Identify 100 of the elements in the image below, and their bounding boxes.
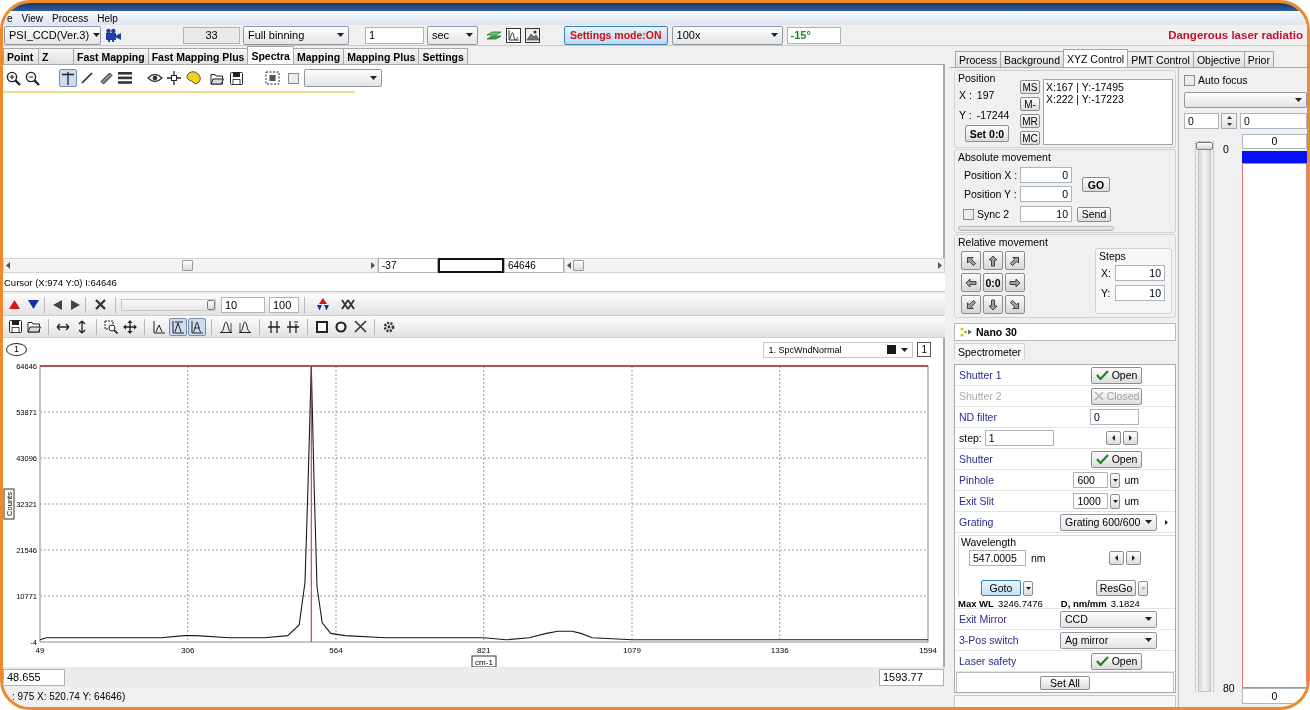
tab[interactable]: Mapping xyxy=(292,48,345,64)
step-field[interactable]: 1 xyxy=(984,430,1054,446)
dropdown[interactable] xyxy=(304,69,382,87)
double-cross-icon[interactable] xyxy=(341,299,355,310)
center-button[interactable]: 0:0 xyxy=(983,273,1003,292)
step-left-button[interactable] xyxy=(1106,431,1121,445)
menu-item[interactable]: Process xyxy=(48,12,94,24)
position-y-field[interactable]: 0 xyxy=(1020,186,1072,202)
memory-button[interactable]: MC xyxy=(1020,131,1040,145)
tab[interactable]: Spectra xyxy=(247,46,294,64)
scrollbar[interactable] xyxy=(958,226,1114,231)
tool-button[interactable] xyxy=(263,69,281,87)
list-item[interactable]: X:167 | Y:-17495 xyxy=(1046,81,1170,93)
tab[interactable]: Spectrometer xyxy=(954,343,1026,359)
move-button[interactable] xyxy=(1005,295,1025,314)
tab[interactable]: Prior xyxy=(1243,51,1274,67)
objective-dropdown[interactable]: 100x xyxy=(671,25,783,45)
slider-track[interactable] xyxy=(1198,141,1211,692)
sync-field[interactable]: 10 xyxy=(1020,206,1072,222)
low-field[interactable]: 10 xyxy=(221,296,265,313)
slider-thumb[interactable] xyxy=(1196,142,1213,150)
layers-icon[interactable] xyxy=(486,29,502,41)
goto-button[interactable]: Goto xyxy=(981,580,1021,596)
tool-button[interactable] xyxy=(169,317,187,336)
spin-button[interactable] xyxy=(1221,113,1237,129)
counter-field[interactable]: 33 xyxy=(183,26,240,44)
dropdown[interactable] xyxy=(1184,92,1307,108)
memory-button[interactable]: M- xyxy=(1020,97,1040,111)
binning-dropdown[interactable]: Full binning xyxy=(243,25,349,45)
select-dropdown[interactable]: Ag mirror xyxy=(1060,631,1157,649)
memory-list[interactable]: X:167 | Y:-17495 X:222 | Y:-17223 xyxy=(1043,79,1173,145)
move-button[interactable] xyxy=(961,295,981,314)
list-item[interactable]: X:222 | Y:-17223 xyxy=(1046,93,1170,105)
dropdown-button[interactable] xyxy=(1110,472,1121,488)
movie-camera-icon[interactable] xyxy=(105,28,121,42)
memory-button[interactable]: MR xyxy=(1020,114,1040,128)
temperature-field[interactable]: -15° xyxy=(786,26,841,44)
cross-icon[interactable] xyxy=(95,299,106,310)
value-field[interactable]: 0 xyxy=(1090,409,1139,425)
menu-item[interactable]: View xyxy=(17,12,49,24)
dropdown-button[interactable] xyxy=(1110,493,1121,509)
select-dropdown[interactable]: Grating 600/600 xyxy=(1060,513,1157,531)
step-left-button[interactable] xyxy=(1109,551,1124,565)
value-field[interactable]: 600 xyxy=(1073,472,1109,488)
move-button[interactable] xyxy=(983,251,1003,270)
tab[interactable]: Process xyxy=(955,51,1001,67)
high-field[interactable]: 64646 xyxy=(504,258,564,273)
tool-button[interactable] xyxy=(188,317,206,336)
send-button[interactable]: Send xyxy=(1077,206,1111,222)
tab[interactable]: Objective xyxy=(1192,51,1245,67)
move-button[interactable] xyxy=(1005,251,1025,270)
toggle-button[interactable]: Open xyxy=(1091,450,1142,468)
tab[interactable]: Background xyxy=(999,51,1064,67)
up-triangle-icon[interactable] xyxy=(9,300,20,309)
tab[interactable]: XYZ Control xyxy=(1063,49,1129,67)
set-all-button[interactable]: Set All xyxy=(1040,675,1090,690)
tab[interactable]: Mapping Plus xyxy=(343,48,420,64)
scrollbar[interactable] xyxy=(3,258,378,273)
slider-track[interactable] xyxy=(121,298,216,311)
down-triangle-icon[interactable] xyxy=(28,300,39,309)
legend-dropdown[interactable]: 1. SpcWndNormal xyxy=(763,341,914,358)
unit-dropdown[interactable]: sec xyxy=(427,25,478,45)
slider-thumb[interactable] xyxy=(207,299,215,310)
tab[interactable]: Settings xyxy=(418,48,468,64)
tool-button[interactable] xyxy=(116,69,134,87)
tool-button[interactable] xyxy=(6,317,24,336)
memory-button[interactable]: MS xyxy=(1020,80,1040,94)
spin-field[interactable]: 0 xyxy=(1184,113,1219,129)
right-triangle-icon[interactable] xyxy=(71,299,80,310)
tab[interactable]: Fast Mapping Plus xyxy=(147,48,249,64)
count-field[interactable]: 1 xyxy=(917,342,931,357)
tab[interactable]: Z xyxy=(38,48,74,64)
low-field[interactable]: -37 xyxy=(378,258,438,273)
tool-button[interactable] xyxy=(4,69,22,87)
move-button[interactable] xyxy=(961,251,981,270)
move-button[interactable] xyxy=(983,295,1003,314)
dropdown-button[interactable] xyxy=(1023,580,1033,596)
picture-icon[interactable] xyxy=(525,27,540,43)
tool-button[interactable] xyxy=(23,69,41,87)
step-right-button[interactable] xyxy=(1126,551,1141,565)
tool-button[interactable] xyxy=(59,69,77,87)
step-y-field[interactable]: 10 xyxy=(1115,285,1165,301)
move-button[interactable] xyxy=(961,273,981,292)
tool-button[interactable] xyxy=(227,69,245,87)
step-x-field[interactable]: 10 xyxy=(1115,265,1165,281)
high-field[interactable]: 100 xyxy=(269,296,299,313)
chart-icon[interactable] xyxy=(506,27,521,43)
min-field[interactable]: 48.655 xyxy=(3,668,65,686)
step-right-button[interactable] xyxy=(1123,431,1138,445)
tab[interactable]: Point xyxy=(3,48,39,64)
scroll-thumb[interactable] xyxy=(182,260,193,271)
tab[interactable]: PMT Control xyxy=(1127,51,1194,67)
toggle-button[interactable]: Open xyxy=(1091,652,1142,670)
max-field[interactable]: 1593.77 xyxy=(879,668,944,686)
detector-dropdown[interactable]: PSI_CCD(Ver.3) xyxy=(4,25,101,45)
tool-button[interactable] xyxy=(165,69,183,87)
scroll-thumb[interactable] xyxy=(573,260,584,271)
checkbox[interactable] xyxy=(1184,74,1195,86)
checkbox[interactable] xyxy=(963,208,974,220)
set-origin-button[interactable]: Set 0:0 xyxy=(965,125,1009,142)
